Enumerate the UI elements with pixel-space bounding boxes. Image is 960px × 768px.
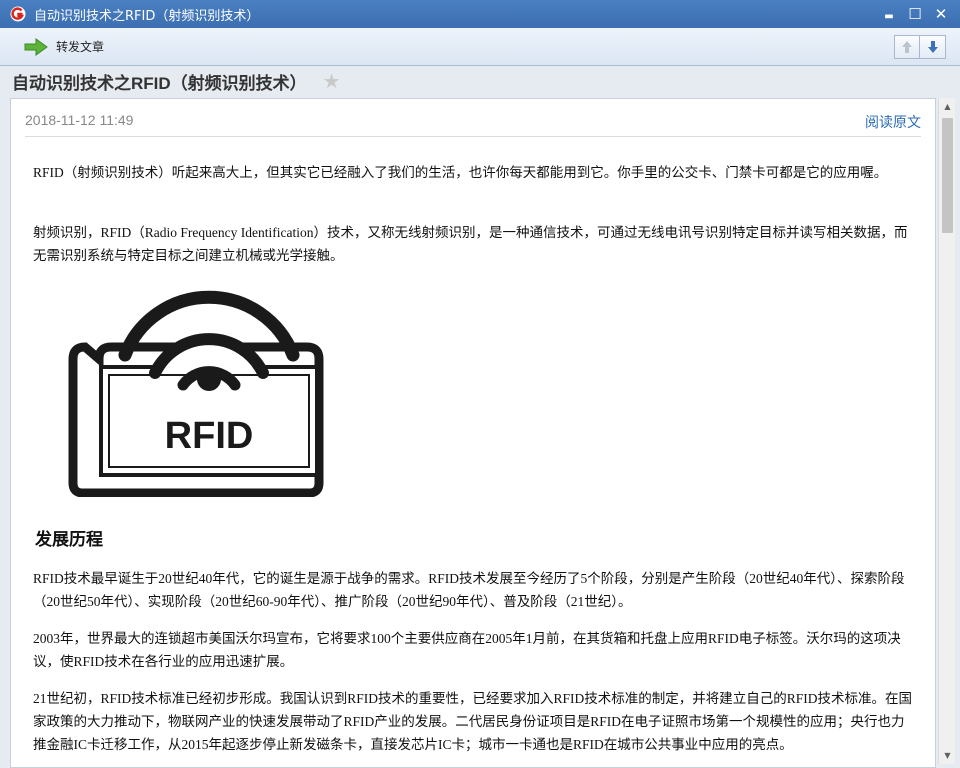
minimize-button[interactable]: ▬ <box>876 0 902 28</box>
section-heading: 发展历程 <box>35 530 103 549</box>
article-meta: 2018-11-12 11:49 阅读原文 <box>25 109 921 137</box>
read-original-link[interactable]: 阅读原文 <box>865 112 921 132</box>
maximize-icon: ☐ <box>908 5 922 23</box>
app-logo-icon <box>10 6 26 22</box>
window-title: 自动识别技术之RFID（射频识别技术） <box>34 8 260 24</box>
rfid-logo-text: RFID <box>165 415 254 457</box>
article-nav-group <box>894 34 946 59</box>
prev-article-button[interactable] <box>894 34 920 59</box>
forward-article-label: 转发文章 <box>56 40 105 54</box>
article-title: 自动识别技术之RFID（射频识别技术） <box>12 73 307 93</box>
rfid-logo-image: RFID <box>68 290 324 497</box>
maximize-button[interactable]: ☐ <box>902 0 928 28</box>
close-button[interactable]: ✕ <box>928 0 954 28</box>
toolbar: 转发文章 <box>0 28 960 66</box>
title-bar: 自动识别技术之RFID（射频识别技术） ▬ ☐ ✕ <box>0 0 960 28</box>
article-body: 2018-11-12 11:49 阅读原文 RFID（射频识别技术）听起来高大上… <box>10 98 936 768</box>
scroll-down-button[interactable]: ▼ <box>939 747 956 764</box>
arrow-right-icon <box>24 37 48 56</box>
paragraph: 2003年，世界最大的连锁超市美国沃尔玛宣布，它将要求100个主要供应商在200… <box>33 631 901 669</box>
close-icon: ✕ <box>934 5 948 23</box>
scroll-thumb[interactable] <box>942 118 953 233</box>
forward-article-button[interactable]: 转发文章 <box>18 33 110 61</box>
scroll-up-icon: ▲ <box>944 102 951 111</box>
arrow-down-icon <box>927 40 938 53</box>
scroll-down-icon: ▼ <box>944 751 951 760</box>
star-icon[interactable]: ★ <box>323 71 341 91</box>
paragraph: 21世纪初，RFID技术标准已经初步形成。我国认识到RFID技术的重要性，已经要… <box>33 691 913 752</box>
vertical-scrollbar[interactable]: ▲ ▼ <box>938 98 955 764</box>
next-article-button[interactable] <box>920 34 946 59</box>
scroll-up-button[interactable]: ▲ <box>939 98 956 115</box>
paragraph: RFID（射频识别技术）听起来高大上，但其实它已经融入了我们的生活，也许你每天都… <box>33 165 888 180</box>
article-header: 自动识别技术之RFID（射频识别技术） ★ <box>0 66 960 96</box>
arrow-up-icon <box>902 40 912 53</box>
paragraph: RFID技术最早诞生于20世纪40年代，它的诞生是源于战争的需求。RFID技术发… <box>33 571 905 609</box>
minimize-icon: ▬ <box>884 10 894 22</box>
paragraph: 射频识别，RFID（Radio Frequency Identification… <box>33 225 908 263</box>
content-area: 2018-11-12 11:49 阅读原文 RFID（射频识别技术）听起来高大上… <box>0 96 960 768</box>
publish-date: 2018-11-12 11:49 <box>25 112 134 128</box>
